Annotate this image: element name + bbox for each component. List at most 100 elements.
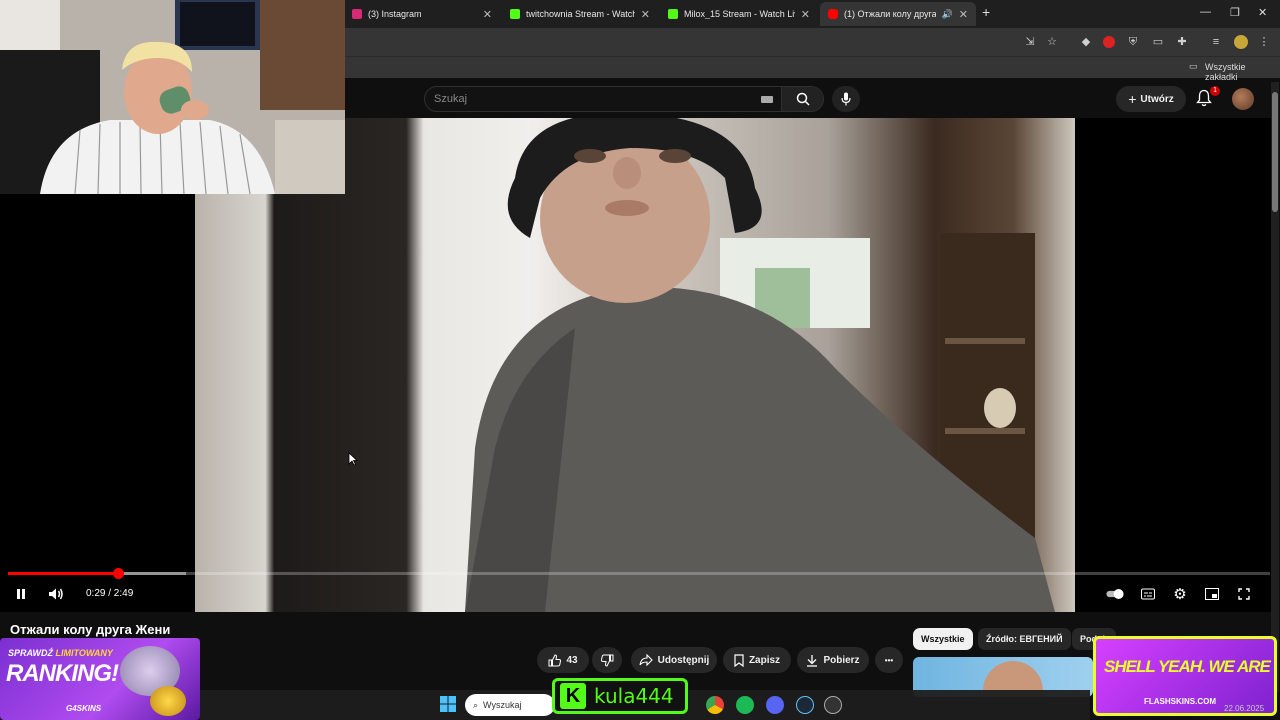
menu-dots-icon[interactable]: ⋮ <box>1258 36 1270 48</box>
plus-icon: + <box>1128 91 1137 107</box>
captions-icon <box>1141 588 1155 600</box>
profile-icon[interactable] <box>1234 35 1248 49</box>
more-dots-icon: ••• <box>884 655 894 665</box>
extension-icon[interactable]: ◆ <box>1080 36 1092 48</box>
webcam-scene <box>0 0 345 194</box>
gear-icon: ⚙ <box>1173 586 1187 603</box>
chrome-icon[interactable] <box>706 696 724 714</box>
pause-button[interactable] <box>12 585 30 603</box>
adblock-icon[interactable] <box>1103 36 1115 48</box>
save-label: Zapisz <box>748 654 781 666</box>
g4-ad-headline: RANKING! <box>6 660 119 687</box>
progress-track[interactable] <box>8 572 1270 575</box>
search-button[interactable] <box>781 87 823 111</box>
search-input[interactable]: Szukaj <box>424 86 824 112</box>
notification-badge: 1 <box>1210 86 1220 96</box>
notifications-button[interactable]: 1 <box>1196 86 1220 109</box>
new-tab-button[interactable]: + <box>982 4 990 20</box>
progress-played <box>8 572 118 575</box>
bookmark-icon <box>734 653 744 667</box>
flash-ad-brand: FLASHSKINS.COM <box>1144 697 1216 706</box>
more-actions-button[interactable]: ••• <box>875 647 903 673</box>
kick-logo-icon: K <box>560 683 586 709</box>
close-window-icon[interactable]: ✕ <box>1258 6 1267 19</box>
taskbar-search[interactable]: ⌕ Wyszukaj <box>465 694 555 716</box>
close-tab-icon[interactable]: ✕ <box>959 8 968 21</box>
obs-icon[interactable] <box>824 696 842 714</box>
progress-scrubber[interactable] <box>112 568 124 579</box>
spotify-icon[interactable] <box>736 696 754 714</box>
pause-icon <box>17 589 25 599</box>
share-button[interactable]: Udostępnij <box>631 647 717 673</box>
toggle-icon <box>1106 589 1124 599</box>
audio-icon[interactable]: 🔊 <box>942 9 953 20</box>
download-label: Pobierz <box>823 654 860 666</box>
folder-icon: ▭ <box>1189 61 1198 71</box>
video-title: Отжали колу друга Жени <box>10 622 171 637</box>
taskbar-date: 22.06.2025 <box>1224 704 1265 713</box>
download-button[interactable]: Pobierz <box>797 647 869 673</box>
subtitles-button[interactable] <box>1139 585 1157 603</box>
account-avatar[interactable] <box>1232 88 1254 110</box>
dislike-button[interactable] <box>592 647 622 673</box>
browser-toolbar <box>345 28 1280 56</box>
like-button[interactable]: 43 <box>537 647 589 673</box>
steam-icon[interactable] <box>796 696 814 714</box>
fullscreen-button[interactable] <box>1235 585 1253 603</box>
kick-username-overlay: K kula444 <box>552 678 688 714</box>
streamer-webcam <box>0 0 345 194</box>
download-icon <box>807 654 818 667</box>
windows-start-icon[interactable] <box>440 696 456 712</box>
youtube-icon <box>828 9 838 19</box>
tab-title: (1) Отжали колу друга Же <box>844 9 936 19</box>
puzzle-icon[interactable]: ✚ <box>1176 36 1188 48</box>
chip-source[interactable]: Źródło: ЕВГЕНИЙ <box>978 628 1071 650</box>
extension-icon[interactable]: ▭ <box>1152 36 1164 48</box>
tab-title: Milox_15 Stream - Watch Live o <box>684 9 795 19</box>
g4-ad-tagline: SPRAWDŹ LIMITOWANY <box>8 648 113 658</box>
save-button[interactable]: Zapisz <box>723 647 791 673</box>
scrollbar-thumb[interactable] <box>1272 92 1278 212</box>
tab-youtube[interactable]: (1) Отжали колу друга Же 🔊 ✕ <box>820 2 976 26</box>
g4-ad-brand: G4SKINS <box>66 704 102 713</box>
tab-instagram[interactable]: (3) Instagram ✕ <box>344 2 500 26</box>
g4skins-ad[interactable]: SPRAWDŹ LIMITOWANY RANKING! G4SKINS <box>0 638 200 720</box>
fullscreen-icon <box>1238 588 1250 600</box>
kick-icon <box>668 9 678 19</box>
autoplay-toggle[interactable] <box>1106 585 1124 603</box>
voice-search-button[interactable] <box>832 86 860 112</box>
maximize-icon[interactable]: ❐ <box>1230 6 1240 19</box>
share-icon <box>639 654 653 666</box>
instagram-icon <box>352 9 362 19</box>
taskbar-search-label: Wyszukaj <box>483 700 522 710</box>
tab-twitchownia[interactable]: twitchownia Stream - Watch Live ✕ <box>502 2 658 26</box>
tab-milox[interactable]: Milox_15 Stream - Watch Live o ✕ <box>660 2 818 26</box>
chip-all[interactable]: Wszystkie <box>913 628 973 650</box>
like-count: 43 <box>566 654 578 666</box>
tab-title: (3) Instagram <box>368 9 422 19</box>
close-tab-icon[interactable]: ✕ <box>641 8 650 21</box>
thumbs-down-icon <box>600 654 613 667</box>
search-icon <box>796 92 810 106</box>
kick-username: kula444 <box>594 684 674 708</box>
bookmark-star-icon[interactable]: ☆ <box>1046 36 1058 48</box>
miniplayer-button[interactable] <box>1203 585 1221 603</box>
minimize-icon[interactable]: — <box>1200 6 1211 18</box>
create-button[interactable]: + Utwórz <box>1116 86 1186 112</box>
flash-ad-headline: SHELL YEAH. WE ARE FAST! <box>1104 657 1274 676</box>
volume-icon <box>49 588 63 600</box>
install-icon[interactable]: ⇲ <box>1024 36 1036 48</box>
volume-button[interactable] <box>47 585 65 603</box>
thumbs-up-icon <box>548 653 562 666</box>
create-label: Utwórz <box>1140 93 1174 105</box>
playlist-icon[interactable]: ≡ <box>1210 36 1222 48</box>
keyboard-icon[interactable] <box>761 96 773 103</box>
close-tab-icon[interactable]: ✕ <box>801 8 810 21</box>
page-scrollbar[interactable] <box>1271 82 1279 692</box>
settings-button[interactable]: ⚙ <box>1171 585 1189 603</box>
shield-icon[interactable]: ⛨ <box>1127 36 1139 48</box>
tab-title: twitchownia Stream - Watch Live <box>526 9 635 19</box>
all-bookmarks-link[interactable]: Wszystkie zakładki <box>1205 62 1280 82</box>
discord-icon[interactable] <box>766 696 784 714</box>
close-tab-icon[interactable]: ✕ <box>483 8 492 21</box>
